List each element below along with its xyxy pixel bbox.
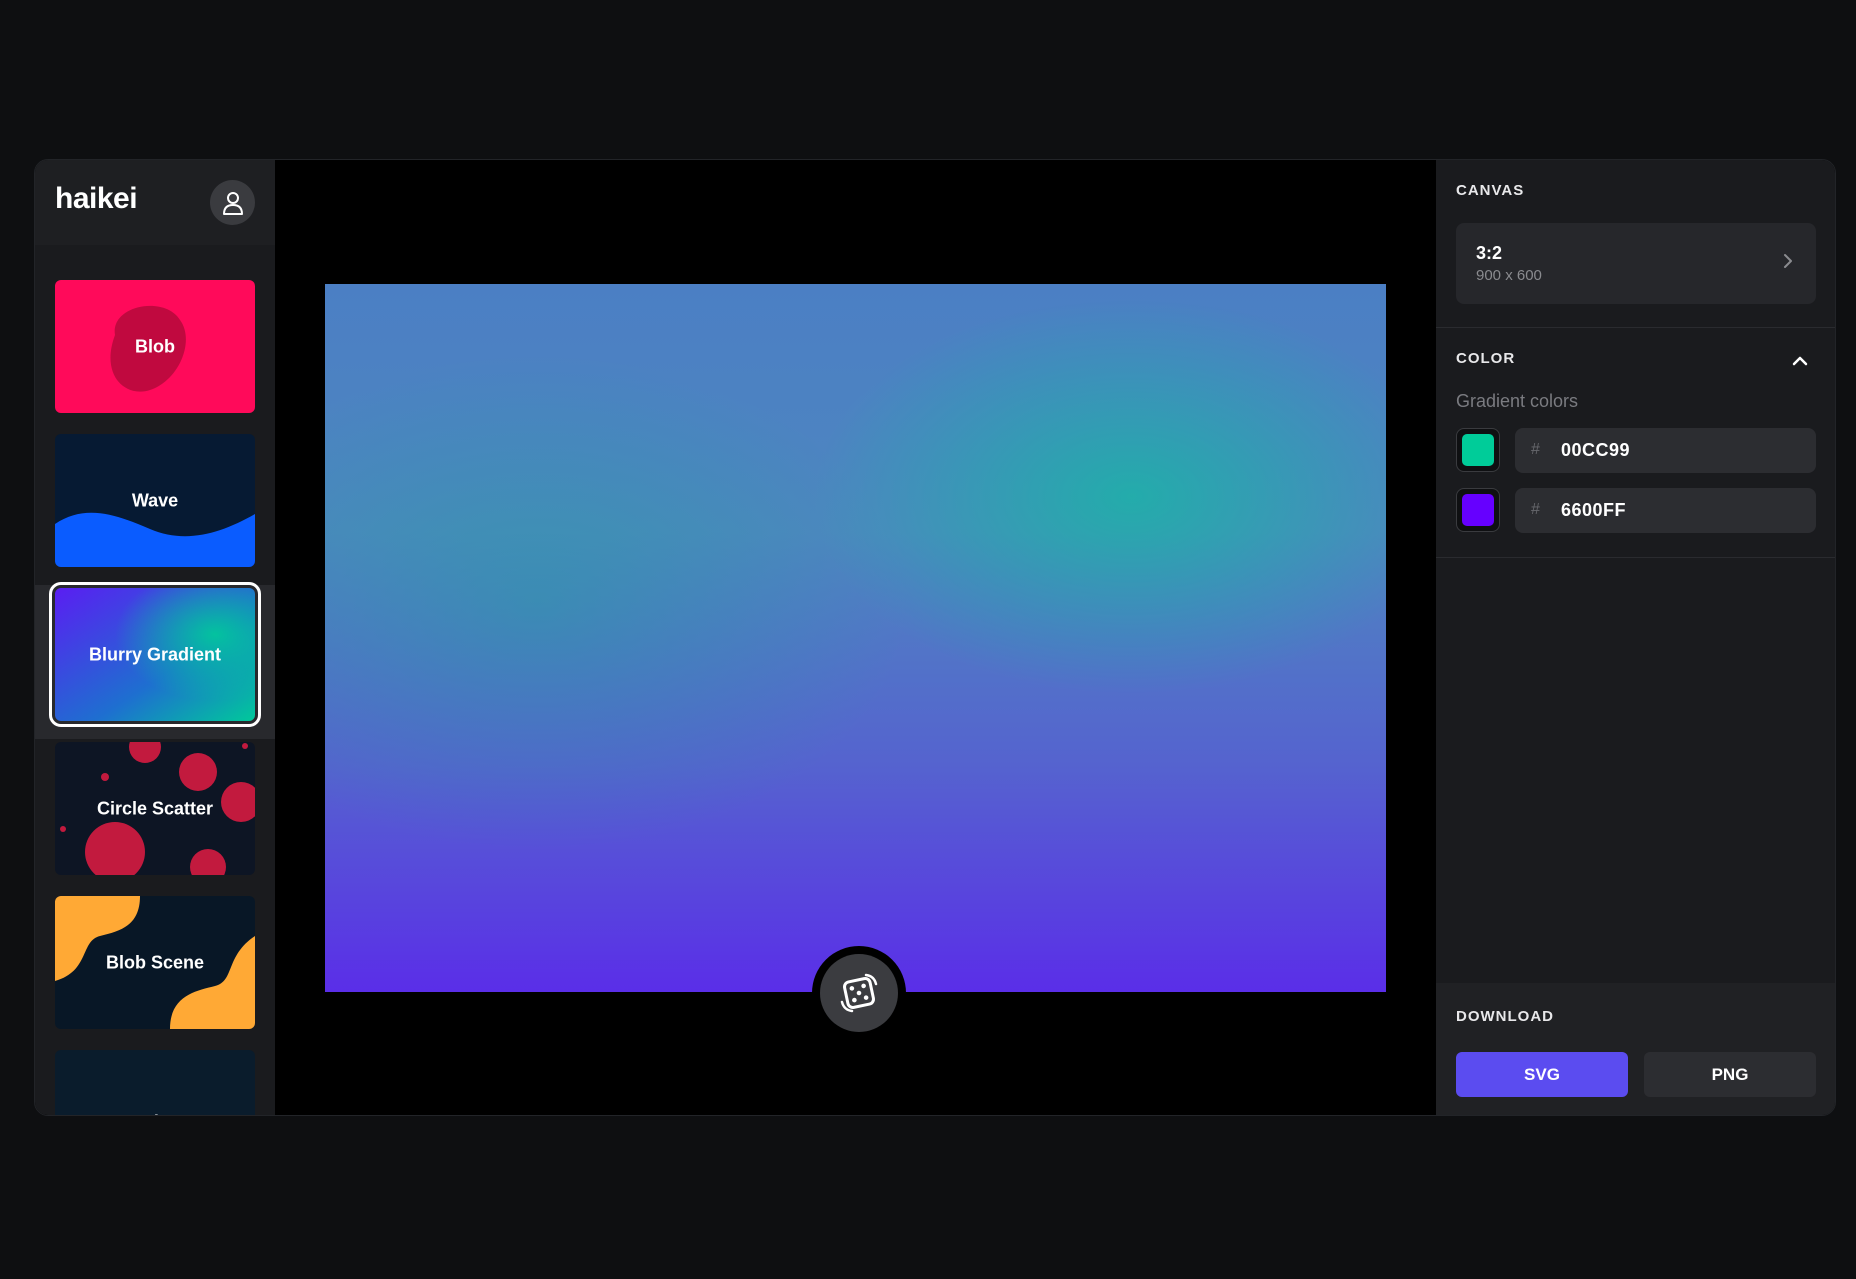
generator-blob-scene[interactable]: Blob Scene: [55, 896, 255, 1029]
divider: [1436, 557, 1835, 558]
generator-label: Blurry Gradient: [88, 644, 222, 664]
color-section-title: COLOR: [1456, 350, 1516, 367]
generator-label: Circle Scatter: [96, 798, 214, 818]
account-button[interactable]: [210, 180, 255, 225]
color-swatch-1[interactable]: [1456, 428, 1500, 472]
canvas-area: [275, 160, 1436, 1115]
generator-label: Blob: [135, 336, 175, 356]
generator-blurry-gradient[interactable]: Blurry Gradient: [49, 582, 261, 727]
gradient-colors-label: Gradient colors: [1456, 391, 1579, 411]
dice-icon: [840, 973, 878, 1013]
hash-prefix: #: [1531, 441, 1540, 458]
generator-layered-waves[interactable]: Layered Waves: [55, 1050, 255, 1115]
color-swatch-2[interactable]: [1456, 488, 1500, 532]
canvas-size-selector[interactable]: 3:2 900 x 600: [1456, 223, 1816, 304]
generator-circle-scatter[interactable]: Circle Scatter: [55, 742, 255, 875]
generator-sidebar: haikei Blob Wave Blurry Gradient Circle Sca…: [35, 160, 275, 1115]
hex-input-1[interactable]: # 00CC99: [1515, 428, 1816, 473]
sidebar-header: haikei: [35, 160, 275, 245]
generator-list: Blob Wave Blurry Gradient Circle Scatter Blo…: [35, 245, 275, 1115]
divider: [1436, 327, 1835, 328]
gradient-preview: [325, 284, 1386, 992]
logo[interactable]: haikei: [55, 182, 138, 216]
hex-input-2[interactable]: # 6600FF: [1515, 488, 1816, 533]
settings-panel: CANVAS 3:2 900 x 600 COLOR Gradient colo…: [1436, 160, 1835, 1115]
hex-value-2: 6600FF: [1561, 500, 1627, 520]
app-window: haikei Blob Wave Blurry Gradient Circle Sca…: [34, 159, 1836, 1116]
randomize-button[interactable]: [812, 946, 906, 1040]
generator-label: Layered Waves: [55, 1112, 255, 1115]
generator-label: Wave: [131, 490, 179, 510]
hex-value-1: 00CC99: [1561, 440, 1631, 460]
generator-wave[interactable]: Wave: [55, 434, 255, 567]
chevron-up-icon[interactable]: [1791, 355, 1809, 367]
download-section-title: DOWNLOAD: [1456, 1008, 1554, 1025]
canvas-section-title: CANVAS: [1456, 182, 1525, 199]
chevron-right-icon: [1784, 254, 1792, 268]
color-swatch-2-fill: [1462, 494, 1494, 526]
canvas-dimensions: 900 x 600: [1476, 267, 1542, 284]
download-svg-button[interactable]: SVG: [1456, 1052, 1628, 1097]
canvas-ratio: 3:2: [1476, 243, 1503, 263]
download-png-button[interactable]: PNG: [1644, 1052, 1816, 1097]
download-section: DOWNLOAD SVG PNG: [1436, 983, 1835, 1115]
user-icon: [222, 191, 243, 215]
hash-prefix: #: [1531, 501, 1540, 518]
color-swatch-1-fill: [1462, 434, 1494, 466]
generator-blob[interactable]: Blob: [55, 280, 255, 413]
randomize-button-face: [820, 954, 898, 1032]
generator-label: Blob Scene: [105, 952, 205, 972]
thumbnail-art: [55, 1050, 255, 1115]
